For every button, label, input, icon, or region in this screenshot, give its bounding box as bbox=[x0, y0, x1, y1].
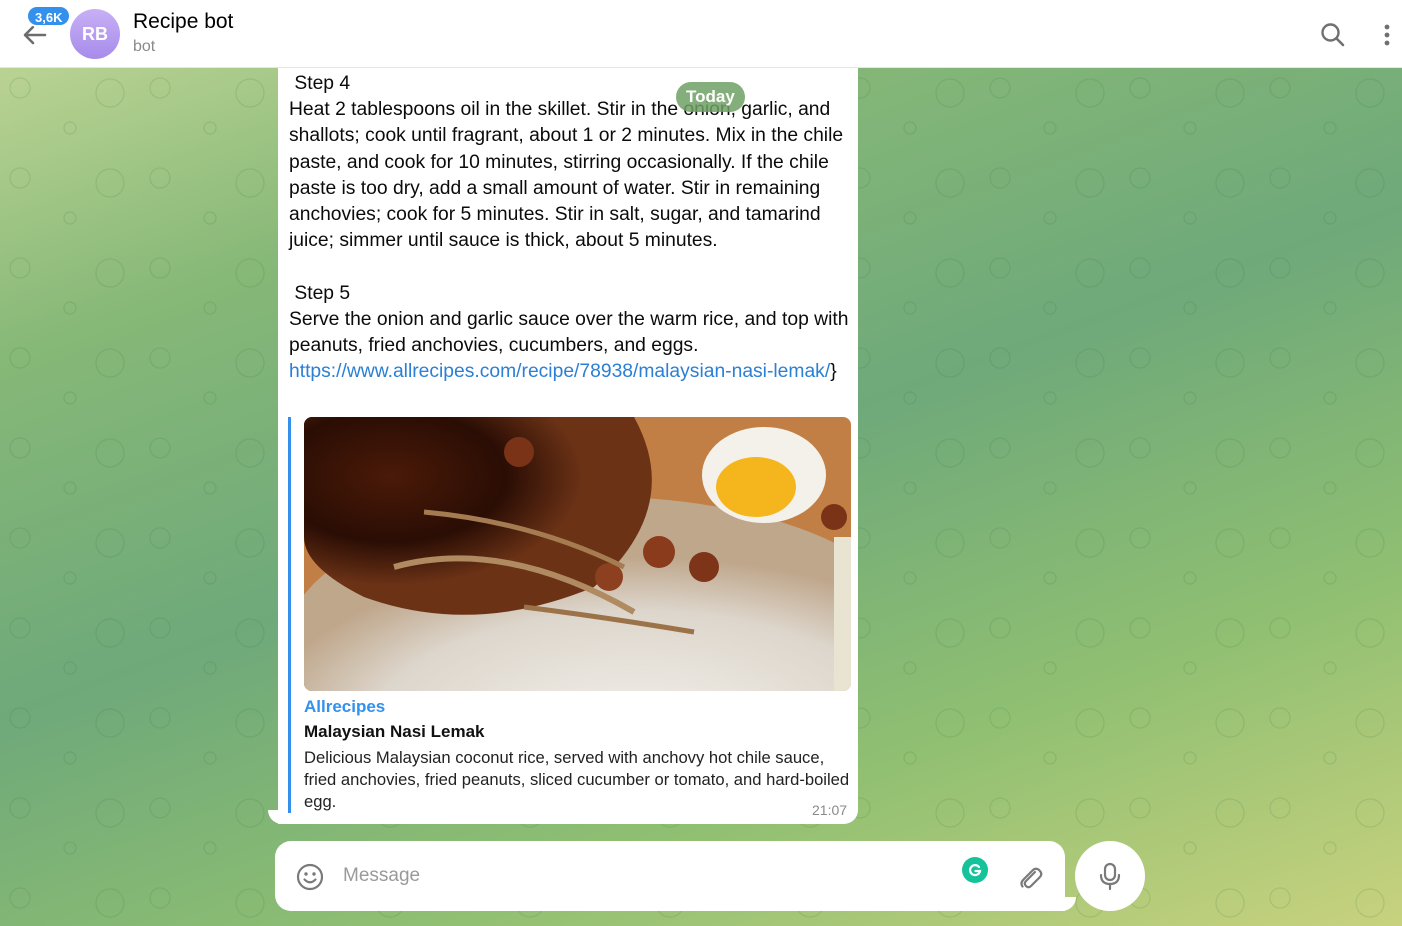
message-input[interactable] bbox=[343, 859, 943, 893]
message-composer bbox=[275, 841, 1065, 911]
step4-heading: Step 4 bbox=[289, 73, 351, 94]
more-options-button[interactable] bbox=[1375, 20, 1399, 50]
search-button[interactable] bbox=[1318, 20, 1348, 50]
microphone-icon bbox=[1099, 862, 1121, 891]
recipe-link[interactable]: https://www.allrecipes.com/recipe/78938/… bbox=[289, 361, 830, 382]
grammarly-g-icon bbox=[968, 864, 982, 877]
search-icon bbox=[1321, 23, 1345, 47]
food-photo-icon bbox=[304, 417, 851, 691]
step4-text: Heat 2 tablespoons oil in the skillet. S… bbox=[289, 99, 849, 252]
chat-status: bot bbox=[133, 38, 156, 55]
message-bubble: Step 4 Heat 2 tablespoons oil in the ski… bbox=[278, 68, 858, 824]
message-time: 21:07 bbox=[812, 802, 848, 818]
smiley-icon bbox=[296, 863, 324, 891]
preview-image[interactable] bbox=[304, 417, 851, 691]
preview-description: Delicious Malaysian coconut rice, served… bbox=[304, 748, 850, 811]
step5-heading: Step 5 bbox=[289, 282, 351, 304]
preview-title: Malaysian Nasi Lemak bbox=[304, 722, 485, 741]
avatar-initials: RB bbox=[82, 23, 108, 44]
emoji-button[interactable] bbox=[295, 862, 325, 892]
attach-button[interactable] bbox=[1015, 862, 1045, 892]
message-text: Step 4 Heat 2 tablespoons oil in the ski… bbox=[289, 71, 851, 385]
unread-count-badge: 3,6K bbox=[26, 5, 72, 27]
avatar[interactable]: RB bbox=[70, 9, 120, 59]
voice-message-button[interactable] bbox=[1075, 841, 1145, 911]
preview-site-name: Allrecipes bbox=[304, 697, 386, 716]
more-vertical-icon bbox=[1384, 24, 1390, 46]
link-preview[interactable]: Allrecipes Malaysian Nasi Lemak Deliciou… bbox=[288, 417, 851, 813]
grammarly-icon[interactable] bbox=[962, 857, 988, 883]
trailing-brace: } bbox=[830, 361, 837, 383]
step5-text: Serve the onion and garlic sauce over th… bbox=[289, 308, 854, 357]
date-separator: Today bbox=[676, 82, 745, 112]
chat-header: 3,6K RB Recipe bot bot bbox=[0, 0, 1402, 68]
chat-title[interactable]: Recipe bot bbox=[133, 10, 233, 34]
paperclip-icon bbox=[1020, 867, 1043, 889]
